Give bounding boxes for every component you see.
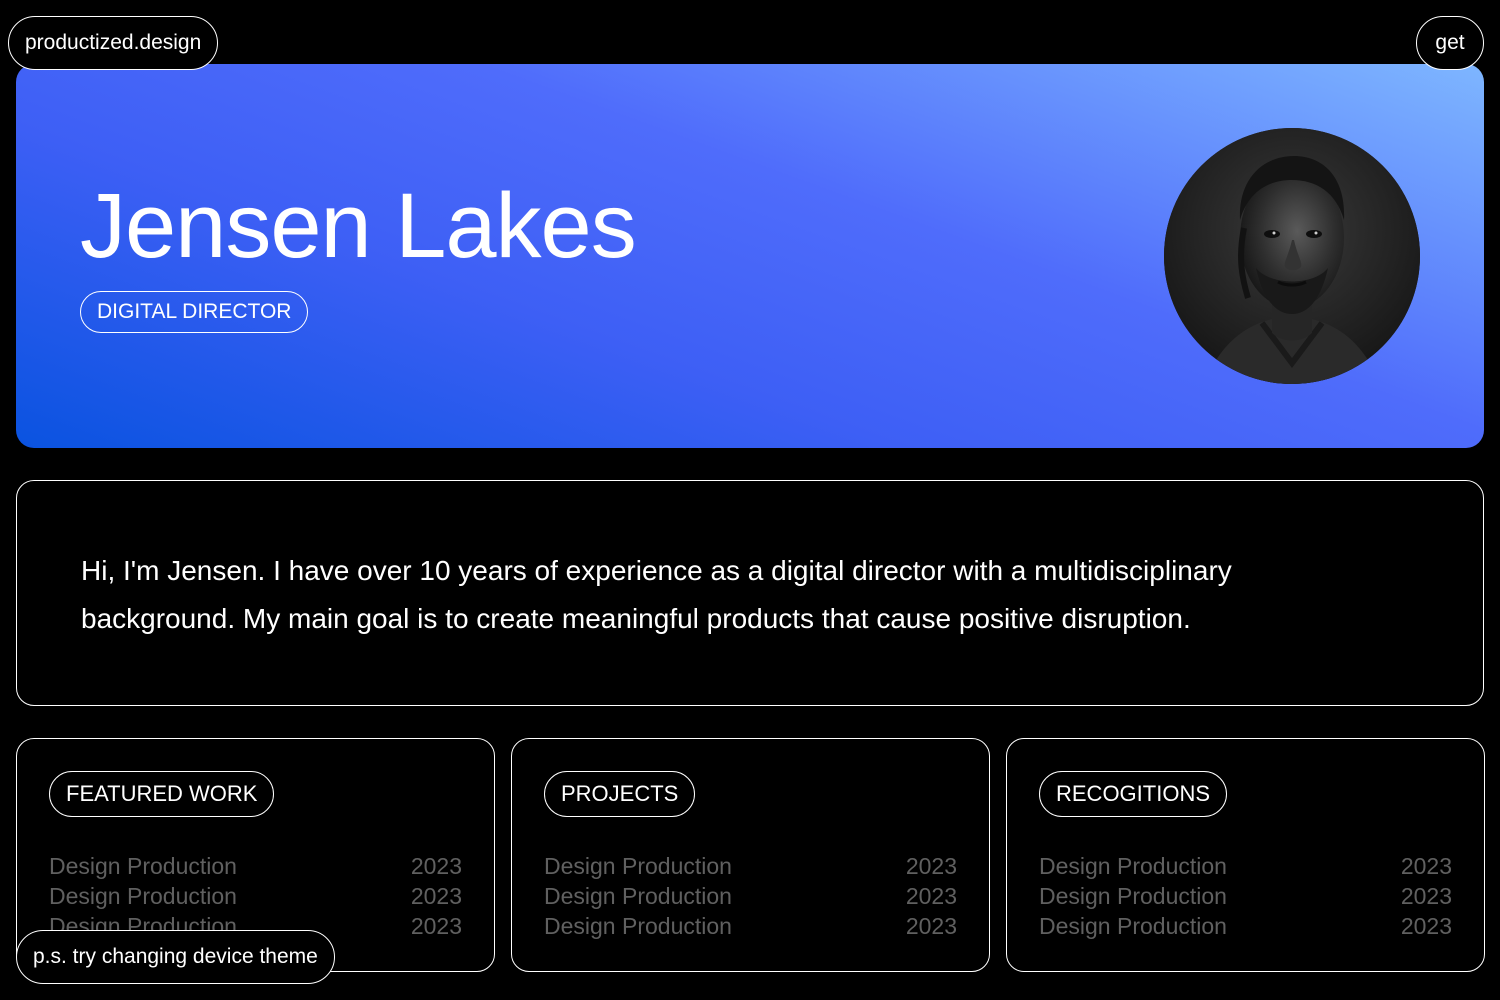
item-year: 2023 [905, 913, 957, 939]
featured-work-list: Design Production 2023 Design Production… [49, 851, 462, 941]
recognitions-card: RECOGITIONS Design Production 2023 Desig… [1006, 738, 1485, 972]
item-year: 2023 [1400, 883, 1452, 909]
item-label: Design Production [1039, 913, 1227, 939]
list-item[interactable]: Design Production 2023 [1039, 851, 1452, 881]
item-year: 2023 [410, 853, 462, 879]
hero-banner: Jensen Lakes DIGITAL DIRECTOR [16, 64, 1484, 448]
item-label: Design Production [544, 853, 732, 879]
avatar [1164, 128, 1420, 384]
item-label: Design Production [49, 883, 237, 909]
projects-tag[interactable]: PROJECTS [544, 771, 696, 817]
portrait-photo [1164, 128, 1420, 384]
recognitions-tag[interactable]: RECOGITIONS [1039, 771, 1228, 817]
item-label: Design Production [544, 883, 732, 909]
page: productized.design get Jensen Lakes DIGI… [0, 0, 1500, 1000]
hero-name: Jensen Lakes [80, 175, 637, 277]
list-item[interactable]: Design Production 2023 [1039, 881, 1452, 911]
get-button[interactable]: get [1416, 16, 1484, 70]
item-year: 2023 [410, 913, 462, 939]
projects-card: PROJECTS Design Production 2023 Design P… [511, 738, 990, 972]
role-badge: DIGITAL DIRECTOR [80, 291, 309, 333]
item-year: 2023 [905, 883, 957, 909]
item-label: Design Production [1039, 883, 1227, 909]
bio-section: Hi, I'm Jensen. I have over 10 years of … [16, 480, 1484, 706]
list-item[interactable]: Design Production 2023 [544, 911, 957, 941]
list-item[interactable]: Design Production 2023 [49, 881, 462, 911]
list-item[interactable]: Design Production 2023 [544, 851, 957, 881]
recognitions-list: Design Production 2023 Design Production… [1039, 851, 1452, 941]
theme-hint-badge: p.s. try changing device theme [16, 930, 335, 984]
bio-text: Hi, I'm Jensen. I have over 10 years of … [81, 555, 1232, 634]
item-label: Design Production [544, 913, 732, 939]
item-label: Design Production [1039, 853, 1227, 879]
brand-link[interactable]: productized.design [8, 16, 219, 70]
list-item[interactable]: Design Production 2023 [544, 881, 957, 911]
list-item[interactable]: Design Production 2023 [49, 851, 462, 881]
item-year: 2023 [905, 853, 957, 879]
featured-work-tag[interactable]: FEATURED WORK [49, 771, 275, 817]
item-label: Design Production [49, 853, 237, 879]
projects-list: Design Production 2023 Design Production… [544, 851, 957, 941]
item-year: 2023 [410, 883, 462, 909]
item-year: 2023 [1400, 913, 1452, 939]
item-year: 2023 [1400, 853, 1452, 879]
list-item[interactable]: Design Production 2023 [1039, 911, 1452, 941]
